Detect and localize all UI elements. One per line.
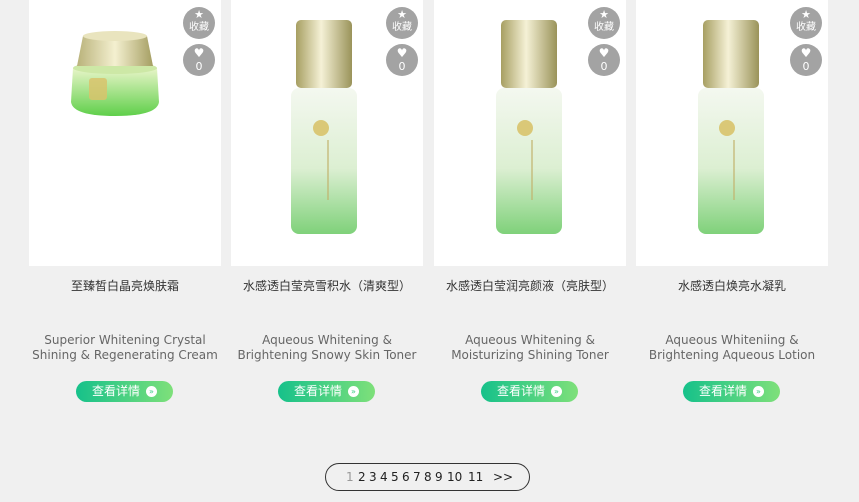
page-link[interactable]: 11 <box>468 464 483 490</box>
like-count: 0 <box>600 60 608 73</box>
product-name-cn[interactable]: 水感透白莹润亮颜液（亮肤型） <box>434 277 626 294</box>
favorite-button[interactable]: ★ 收藏 <box>386 7 418 39</box>
page-link[interactable]: 9 <box>435 464 443 490</box>
product-card: ★ 收藏 ♥ 0 至臻皙白晶亮焕肤霜 Superior Whitening Cr… <box>29 0 221 420</box>
page-link-current[interactable]: 1 <box>346 464 354 490</box>
page-link[interactable]: 6 <box>402 464 410 490</box>
next-page-link[interactable]: >> <box>493 464 513 490</box>
product-name-cn[interactable]: 水感透白焕亮水凝乳 <box>636 277 828 294</box>
heart-icon: ♥ <box>396 46 408 60</box>
page-link[interactable]: 7 <box>413 464 421 490</box>
lotion-bottle-illustration <box>698 20 764 234</box>
star-icon: ★ <box>801 8 811 21</box>
product-name-en: Superior Whitening Crystal Shining & Reg… <box>32 333 218 362</box>
chevron-right-icon: » <box>348 386 359 397</box>
favorite-button[interactable]: ★ 收藏 <box>790 7 822 39</box>
product-image[interactable] <box>29 0 221 266</box>
like-count: 0 <box>195 60 203 73</box>
view-details-button[interactable]: 查看详情 » <box>683 381 780 402</box>
product-card: ★ 收藏 ♥ 0 水感透白莹亮雪积水（清爽型） Aqueous Whitenin… <box>231 0 423 420</box>
view-details-button[interactable]: 查看详情 » <box>278 381 375 402</box>
heart-icon: ♥ <box>193 46 205 60</box>
chevron-right-icon: » <box>753 386 764 397</box>
chevron-right-icon: » <box>551 386 562 397</box>
page-link[interactable]: 4 <box>380 464 388 490</box>
like-count: 0 <box>398 60 406 73</box>
toner-bottle-illustration <box>291 20 357 234</box>
view-details-button[interactable]: 查看详情 » <box>481 381 578 402</box>
star-icon: ★ <box>599 8 609 21</box>
like-count: 0 <box>802 60 810 73</box>
like-button[interactable]: ♥ 0 <box>386 44 418 76</box>
cream-jar-illustration <box>71 31 159 116</box>
page-link[interactable]: 3 <box>369 464 377 490</box>
heart-icon: ♥ <box>598 46 610 60</box>
toner-bottle-illustration <box>496 20 562 234</box>
view-details-button[interactable]: 查看详情 » <box>76 381 173 402</box>
product-name-en: Aqueous Whiteniing & Brightening Aqueous… <box>648 333 816 362</box>
pagination: 1 2 3 4 5 6 7 8 9 10 11 >> <box>325 463 530 491</box>
product-name-en: Aqueous Whitening & Moisturizing Shining… <box>451 333 609 362</box>
product-card: ★ 收藏 ♥ 0 水感透白焕亮水凝乳 Aqueous Whiteniing & … <box>636 0 828 420</box>
product-image[interactable] <box>434 0 626 266</box>
product-card: ★ 收藏 ♥ 0 水感透白莹润亮颜液（亮肤型） Aqueous Whitenin… <box>434 0 626 420</box>
star-icon: ★ <box>397 8 407 21</box>
like-button[interactable]: ♥ 0 <box>588 44 620 76</box>
product-name-cn[interactable]: 水感透白莹亮雪积水（清爽型） <box>231 277 423 294</box>
like-button[interactable]: ♥ 0 <box>790 44 822 76</box>
star-icon: ★ <box>194 8 204 21</box>
page-link[interactable]: 8 <box>424 464 432 490</box>
page-link[interactable]: 2 <box>358 464 366 490</box>
product-name-en: Aqueous Whitening & Brightening Snowy Sk… <box>237 333 417 362</box>
product-name-cn[interactable]: 至臻皙白晶亮焕肤霜 <box>29 277 221 294</box>
favorite-button[interactable]: ★ 收藏 <box>183 7 215 39</box>
like-button[interactable]: ♥ 0 <box>183 44 215 76</box>
product-image[interactable] <box>636 0 828 266</box>
heart-icon: ♥ <box>800 46 812 60</box>
page-link[interactable]: 10 <box>447 464 462 490</box>
page-link[interactable]: 5 <box>391 464 399 490</box>
product-grid: ★ 收藏 ♥ 0 至臻皙白晶亮焕肤霜 Superior Whitening Cr… <box>29 0 829 420</box>
product-image[interactable] <box>231 0 423 266</box>
favorite-button[interactable]: ★ 收藏 <box>588 7 620 39</box>
chevron-right-icon: » <box>146 386 157 397</box>
